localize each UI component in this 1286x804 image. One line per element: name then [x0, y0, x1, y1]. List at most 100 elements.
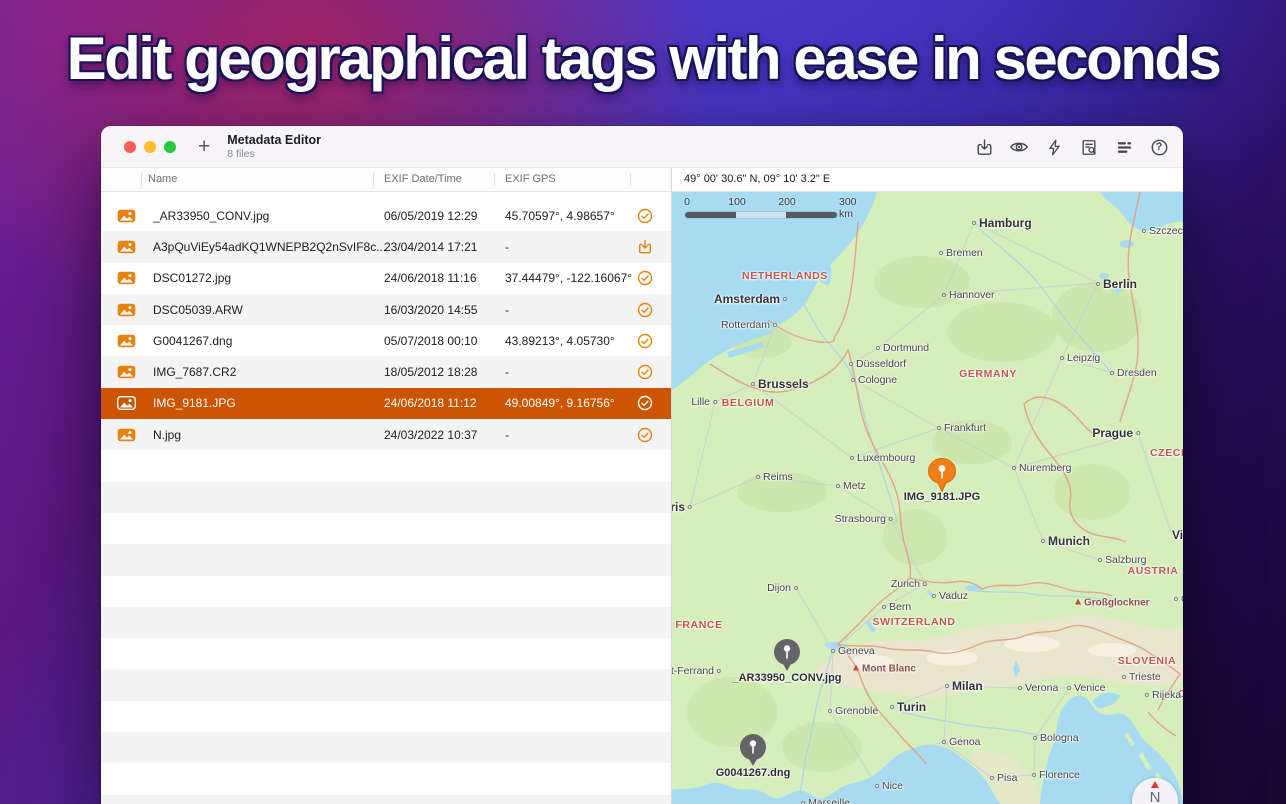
preview-eye-icon[interactable] — [1009, 137, 1029, 157]
quick-action-bolt-icon[interactable] — [1044, 137, 1064, 157]
saved-check-icon — [637, 333, 653, 349]
map-label-city: Cologne — [848, 374, 897, 386]
empty-row — [101, 669, 671, 700]
map-label-city: Paris — [672, 500, 695, 514]
map-label-city: Munich — [1038, 534, 1090, 548]
exif-datetime: 18/05/2012 18:28 — [384, 365, 477, 379]
file-table-body: _AR33950_CONV.jpg 06/05/2019 12:29 45.70… — [101, 193, 671, 804]
file-name: IMG_7687.CR2 — [153, 365, 236, 379]
window-content: Name EXIF Date/Time EXIF GPS _AR33950_CO… — [101, 168, 1183, 804]
column-header-name[interactable]: Name — [148, 173, 177, 185]
exif-gps: - — [505, 365, 509, 379]
map-pin[interactable]: G0041267.dng — [738, 733, 768, 774]
scale-label: 0 — [684, 196, 690, 208]
map-pin[interactable]: _AR33950_CONV.jpg — [772, 638, 802, 679]
map-label-city: Reims — [753, 471, 793, 483]
table-row[interactable]: A3pQuViEy54adKQ1WNEPB2Q2nSvIF8c... 23/04… — [101, 231, 671, 262]
map-labels-layer: HamburgSzczecinBremenHannoverBerlinAmste… — [672, 192, 1183, 804]
map-label-city: Dortmund — [873, 342, 929, 354]
photo-file-icon — [117, 303, 136, 317]
map-label-country: CZECHIA — [1150, 447, 1183, 459]
map-pin[interactable]: IMG_9181.JPG — [927, 457, 957, 498]
pin-label: G0041267.dng — [716, 767, 791, 779]
saved-check-icon — [637, 208, 653, 224]
map-label-city: Florence — [1029, 769, 1080, 781]
map-label-city: Hamburg — [969, 216, 1032, 230]
table-row[interactable]: _AR33950_CONV.jpg 06/05/2019 12:29 45.70… — [101, 200, 671, 231]
selected-pin-icon — [927, 457, 957, 493]
scale-label: 300 km — [839, 196, 861, 220]
map-label-city: Luxembourg — [847, 452, 915, 464]
window-titlebar: + Metadata Editor 8 files ? — [101, 126, 1183, 168]
photo-file-icon — [117, 396, 136, 410]
column-header-gps[interactable]: EXIF GPS — [505, 173, 556, 185]
photo-file-icon — [117, 365, 136, 379]
file-name: DSC05039.ARW — [153, 303, 243, 317]
map-label-country: GERMANY — [959, 368, 1017, 380]
map-label-city: Grenoble — [825, 705, 878, 717]
help-icon[interactable]: ? — [1149, 137, 1169, 157]
map-label-city: Trieste — [1119, 671, 1161, 683]
exif-gps: 37.44479°, -122.16067° — [505, 271, 632, 285]
window-title: Metadata Editor — [227, 133, 321, 147]
map-label-country: SWITZERLAND — [872, 616, 955, 628]
photo-location-pin-icon — [738, 733, 768, 769]
exif-datetime: 06/05/2019 12:29 — [384, 209, 477, 223]
empty-row — [101, 450, 671, 481]
map-label-city: Szczecin — [1139, 225, 1183, 237]
table-row[interactable]: N.jpg 24/03/2022 10:37 - — [101, 419, 671, 450]
close-button[interactable] — [124, 141, 136, 153]
add-files-button[interactable]: + — [198, 136, 210, 157]
window-title-block: Metadata Editor 8 files — [227, 133, 321, 160]
map-panel: 49° 00' 30.6" N, 09° 10' 3.2" E — [671, 168, 1182, 804]
photo-file-icon — [117, 240, 136, 254]
empty-row — [101, 732, 671, 763]
export-icon[interactable] — [974, 137, 994, 157]
zoom-button[interactable] — [164, 141, 176, 153]
inspect-metadata-icon[interactable] — [1079, 137, 1099, 157]
table-row[interactable]: IMG_7687.CR2 18/05/2012 18:28 - — [101, 356, 671, 387]
file-count-subtitle: 8 files — [227, 148, 321, 160]
exif-datetime: 24/03/2022 10:37 — [384, 428, 477, 442]
empty-row — [101, 544, 671, 575]
table-row[interactable]: IMG_9181.JPG 24/06/2018 11:12 49.00849°,… — [101, 388, 671, 419]
pin-label: IMG_9181.JPG — [904, 491, 980, 503]
map-label-country: NETHERLANDS — [742, 270, 828, 282]
file-name: DSC01272.jpg — [153, 271, 231, 285]
map-label-city: Genoa — [939, 736, 981, 748]
map-label-city: t-Ferrand — [672, 665, 724, 677]
exif-datetime: 23/04/2014 17:21 — [384, 240, 477, 254]
map-label-city: Amsterdam — [714, 292, 790, 306]
photo-file-icon — [117, 271, 136, 285]
empty-row — [101, 638, 671, 669]
photo-file-icon — [117, 428, 136, 442]
map-label-city: Milan — [942, 679, 983, 693]
map-label-city: Prague — [1092, 426, 1143, 440]
exif-datetime: 05/07/2018 00:10 — [384, 334, 477, 348]
exif-gps: 45.70597°, 4.98657° — [505, 209, 615, 223]
map-label-city: Hannover — [939, 289, 995, 301]
map-label-city: Rijeka — [1142, 689, 1181, 701]
scale-bar — [685, 212, 837, 218]
column-header-datetime[interactable]: EXIF Date/Time — [384, 173, 462, 185]
filter-list-icon[interactable] — [1114, 137, 1134, 157]
coordinate-bar: 49° 00' 30.6" N, 09° 10' 3.2" E — [672, 168, 1182, 192]
map-label-city: Leipzig — [1057, 352, 1100, 364]
saved-check-icon — [637, 364, 653, 380]
map-view[interactable]: HamburgSzczecinBremenHannoverBerlinAmste… — [672, 192, 1183, 804]
empty-row — [101, 795, 671, 804]
header-divider — [494, 173, 495, 186]
toolbar: ? — [974, 126, 1169, 168]
table-row[interactable]: DSC01272.jpg 24/06/2018 11:16 37.44479°,… — [101, 263, 671, 294]
saved-check-icon — [637, 270, 653, 286]
minimize-button[interactable] — [144, 141, 156, 153]
table-row[interactable]: G0041267.dng 05/07/2018 00:10 43.89213°,… — [101, 325, 671, 356]
scale-label: 100 — [728, 196, 746, 208]
file-name: G0041267.dng — [153, 334, 232, 348]
map-label-city: Strasbourg — [835, 513, 896, 525]
photo-location-pin-icon — [772, 638, 802, 674]
exif-gps: - — [505, 428, 509, 442]
map-label-city: Düsseldorf — [846, 358, 906, 370]
table-row[interactable]: DSC05039.ARW 16/03/2020 14:55 - — [101, 294, 671, 325]
empty-row — [101, 482, 671, 513]
